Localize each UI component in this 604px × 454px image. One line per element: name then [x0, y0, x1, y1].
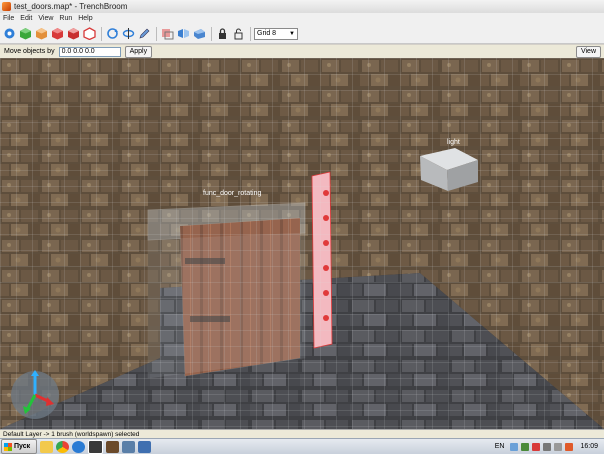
grid-size-select[interactable]: Grid 8 ▼ [254, 27, 298, 40]
apply-button[interactable]: Apply [124, 45, 153, 58]
flip-icon[interactable] [176, 27, 190, 41]
chevron-down-icon: ▼ [289, 30, 295, 37]
cube-orange-icon[interactable] [34, 27, 48, 41]
view-button[interactable]: View [575, 46, 601, 58]
scene-svg: func_door_rotating light [0, 58, 604, 429]
title-bar: test_doors.map* - TrenchBroom [0, 0, 604, 14]
cube-red-icon[interactable] [50, 27, 64, 41]
start-button[interactable]: Пуск [1, 439, 37, 454]
shield-icon[interactable] [521, 442, 530, 451]
menu-file[interactable]: File [0, 13, 17, 24]
speaker-icon[interactable] [543, 442, 552, 451]
lock-open-icon[interactable] [231, 27, 245, 41]
menu-edit[interactable]: Edit [17, 13, 35, 24]
windows-taskbar: Пуск EN 16:09 [0, 438, 604, 454]
menu-view[interactable]: View [35, 13, 56, 24]
toolbar-separator [156, 26, 157, 41]
rotate-axis-icon[interactable] [121, 27, 135, 41]
folder-icon[interactable] [138, 440, 151, 453]
move-objects-input[interactable] [58, 46, 121, 57]
chrome-icon[interactable] [56, 440, 69, 453]
toolbar-separator [101, 26, 102, 41]
windows-logo-icon [4, 442, 12, 451]
antivirus-icon[interactable] [532, 442, 541, 451]
menu-run[interactable]: Run [56, 13, 75, 24]
battery-icon[interactable] [554, 442, 563, 451]
menu-help[interactable]: Help [75, 13, 95, 24]
3d-viewport[interactable]: func_door_rotating light [0, 58, 604, 429]
language-indicator[interactable]: EN [495, 443, 505, 450]
texture-lock-icon[interactable] [160, 27, 174, 41]
cube-green-icon[interactable] [18, 27, 32, 41]
grid-size-value: Grid 8 [257, 30, 277, 37]
camera-icon[interactable] [192, 27, 206, 41]
entity-icon[interactable] [2, 27, 16, 41]
move-objects-label: Move objects by [4, 48, 55, 55]
flag-icon[interactable] [565, 442, 574, 451]
door-selection-volume [147, 232, 306, 379]
network-icon[interactable] [510, 442, 519, 451]
door-entity-label: func_door_rotating [203, 190, 261, 197]
clock[interactable]: 16:09 [580, 443, 598, 450]
trenchbroom-app-icon [2, 2, 11, 11]
ie-icon[interactable] [72, 440, 85, 453]
toolbar-separator [250, 26, 251, 41]
system-tray: EN 16:09 [495, 439, 604, 454]
pillar-grid [312, 172, 332, 348]
start-label: Пуск [14, 443, 31, 450]
lock-icon[interactable] [215, 27, 229, 41]
rotate-icon[interactable] [105, 27, 119, 41]
light-entity-label: light [447, 139, 460, 146]
editor-icon[interactable] [122, 440, 135, 453]
menu-bar: File Edit View Run Help [0, 13, 604, 24]
main-toolbar: Grid 8 ▼ [0, 24, 604, 44]
explorer-icon[interactable] [40, 440, 53, 453]
status-text: Default Layer -> 1 brush (worldspawn) se… [3, 431, 140, 438]
move-objects-bar: Move objects by Apply View [0, 45, 604, 59]
cube-red-icon[interactable] [66, 27, 80, 41]
cube-red-outline-icon[interactable] [82, 27, 96, 41]
toolbar-separator [211, 26, 212, 41]
pencil-icon[interactable] [137, 27, 151, 41]
game-icon[interactable] [106, 440, 119, 453]
window-title: test_doors.map* - TrenchBroom [14, 2, 128, 11]
trenchbroom-icon[interactable] [88, 439, 103, 454]
